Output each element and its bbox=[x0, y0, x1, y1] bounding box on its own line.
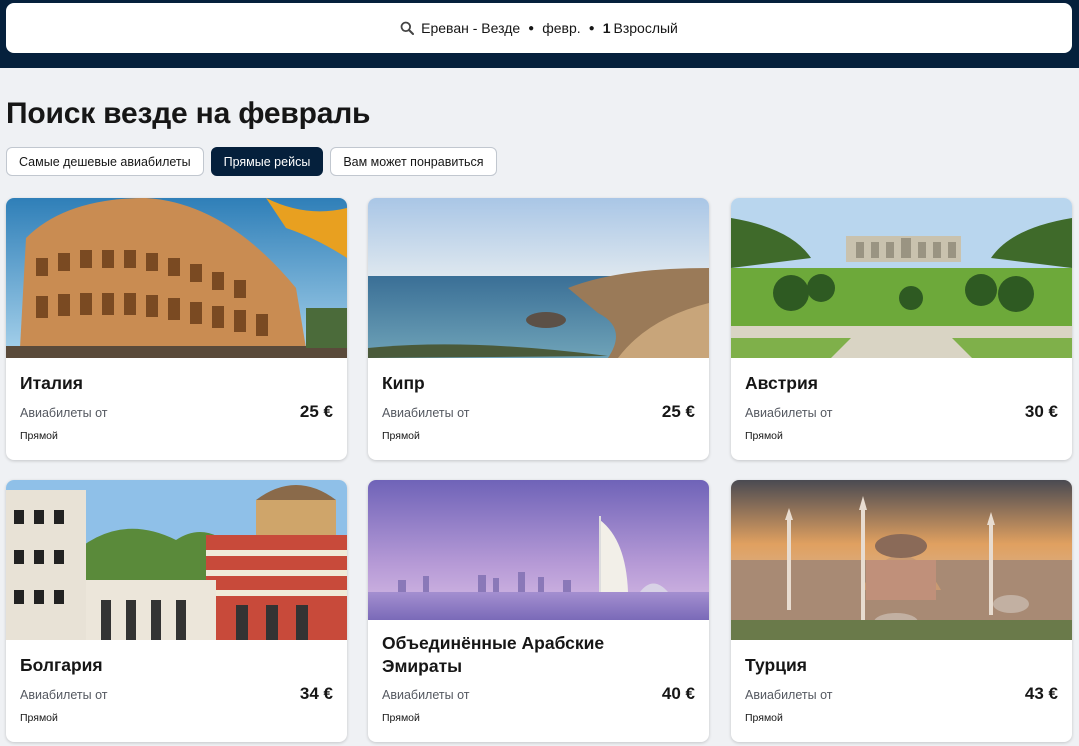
separator-dot: ● bbox=[588, 22, 595, 34]
destination-card-italy[interactable]: Италия Авиабилеты от 25 € Прямой bbox=[6, 198, 347, 460]
filter-chips: Самые дешевые авиабилеты Прямые рейсы Ва… bbox=[6, 147, 497, 176]
stops-label: Прямой bbox=[745, 712, 783, 724]
turkey-image bbox=[731, 480, 1072, 640]
stops-label: Прямой bbox=[382, 712, 420, 724]
separator-dot: ● bbox=[528, 22, 535, 34]
destination-name: Италия bbox=[20, 373, 83, 393]
stops-label: Прямой bbox=[20, 430, 58, 442]
destination-card-turkey[interactable]: Турция Авиабилеты от 43 € Прямой bbox=[731, 480, 1072, 742]
bulgaria-image bbox=[6, 480, 347, 640]
price-from-label: Авиабилеты от bbox=[20, 406, 108, 420]
destination-card-bulgaria[interactable]: Болгария Авиабилеты от 34 € Прямой bbox=[6, 480, 347, 742]
destination-name: Болгария bbox=[20, 655, 103, 675]
search-route: Ереван - Везде bbox=[421, 20, 521, 36]
passenger-count: 1 bbox=[602, 20, 611, 36]
uae-image bbox=[368, 480, 709, 620]
price: 40 € bbox=[661, 684, 695, 703]
destination-name: Австрия bbox=[745, 373, 818, 393]
filter-recommended[interactable]: Вам может понравиться bbox=[330, 147, 497, 176]
stops-label: Прямой bbox=[382, 430, 420, 442]
destination-name: Турция bbox=[745, 655, 807, 675]
filter-cheapest[interactable]: Самые дешевые авиабилеты bbox=[6, 147, 204, 176]
price: 43 € bbox=[1024, 684, 1058, 703]
search-month: февр. bbox=[542, 20, 581, 36]
destination-card-austria[interactable]: Австрия Авиабилеты от 30 € Прямой bbox=[731, 198, 1072, 460]
italy-image bbox=[6, 198, 347, 358]
destination-card-uae[interactable]: Объединённые Арабские Эмираты Авиабилеты… bbox=[368, 480, 709, 742]
price: 30 € bbox=[1024, 402, 1058, 421]
price-from-label: Авиабилеты от bbox=[20, 688, 108, 702]
austria-image bbox=[731, 198, 1072, 358]
destination-card-cyprus[interactable]: Кипр Авиабилеты от 25 € Прямой bbox=[368, 198, 709, 460]
price: 34 € bbox=[299, 684, 333, 703]
destination-name: Кипр bbox=[382, 373, 425, 393]
passenger-label: Взрослый bbox=[613, 20, 678, 36]
destination-name: Объединённые Арабские Эмираты bbox=[382, 633, 605, 676]
price-from-label: Авиабилеты от bbox=[745, 688, 833, 702]
stops-label: Прямой bbox=[20, 712, 58, 724]
page-title: Поиск везде на февраль bbox=[6, 97, 371, 130]
cyprus-image bbox=[368, 198, 709, 358]
top-header: Ереван - Везде ● февр. ● 1 Взрослый bbox=[0, 0, 1079, 68]
filter-direct[interactable]: Прямые рейсы bbox=[210, 147, 324, 176]
price-from-label: Авиабилеты от bbox=[382, 406, 470, 420]
price-from-label: Авиабилеты от bbox=[382, 688, 470, 702]
search-summary-bar[interactable]: Ереван - Везде ● февр. ● 1 Взрослый bbox=[6, 3, 1072, 53]
price-from-label: Авиабилеты от bbox=[745, 406, 833, 420]
search-icon bbox=[400, 21, 415, 35]
price: 25 € bbox=[661, 402, 695, 421]
price: 25 € bbox=[299, 402, 333, 421]
stops-label: Прямой bbox=[745, 430, 783, 442]
